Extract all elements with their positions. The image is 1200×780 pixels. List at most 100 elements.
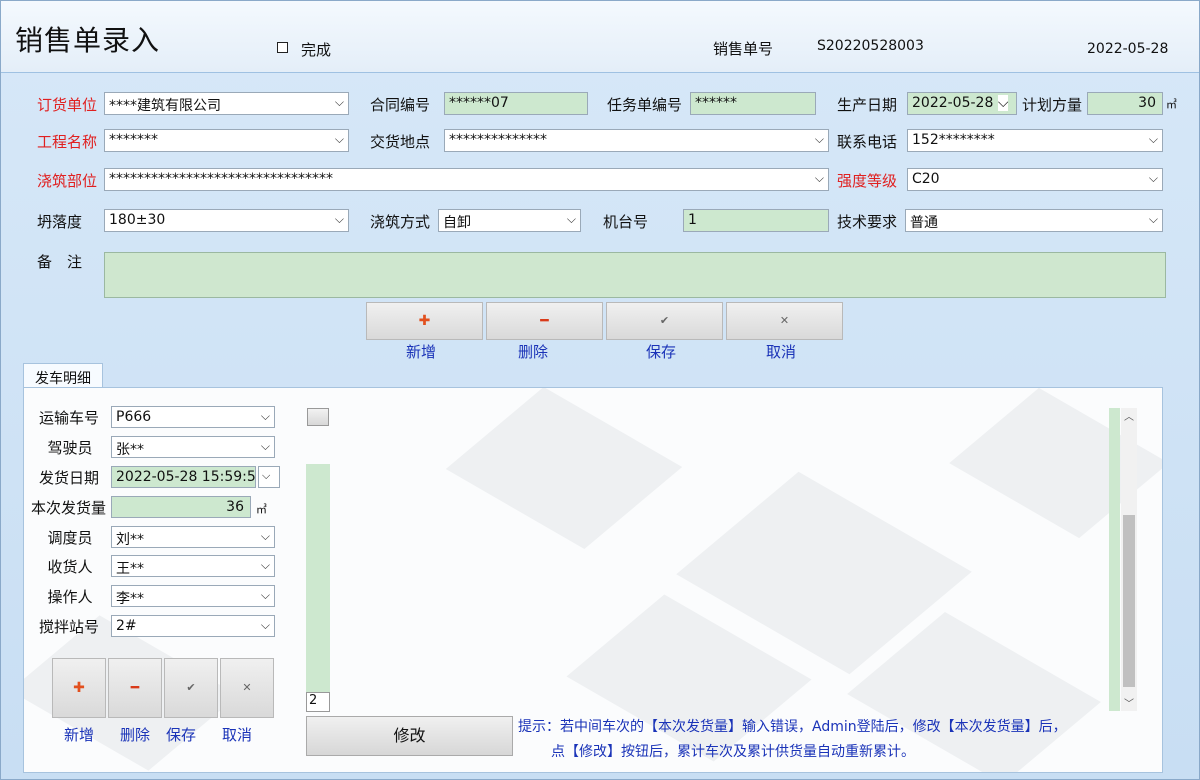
close-icon: ✕ [779, 314, 790, 327]
ship-qty-unit: ㎥ [256, 503, 267, 516]
ship-qty-field[interactable]: 36 [111, 496, 251, 518]
hint-text-line2: 点【修改】按钮后，累计车次及累计供货量自动重新累计。 [551, 744, 915, 760]
chevron-down-icon[interactable]: ⌵ [1149, 132, 1158, 147]
plan-vol-label: 计划方量 [1022, 96, 1083, 114]
chevron-down-icon[interactable]: ⌵ [1149, 171, 1158, 186]
chevron-up-icon[interactable]: ︿ [1121, 408, 1137, 424]
plus-icon: ✚ [73, 680, 85, 696]
project-label: 工程名称 [37, 133, 98, 151]
add-button[interactable]: ✚ [366, 302, 483, 340]
driver-value: 张** [116, 442, 144, 458]
page-title: 销售单录入 [15, 24, 161, 57]
tech-value: 普通 [910, 215, 938, 231]
buyer-select[interactable]: ****建筑有限公司 ⌵ [104, 92, 349, 115]
close-icon: ✕ [242, 681, 252, 694]
chevron-down-icon[interactable]: ﹀ [1121, 695, 1137, 711]
detail-add-button[interactable]: ✚ [52, 658, 106, 718]
minus-icon: ━ [130, 680, 140, 696]
done-label: 完成 [301, 41, 332, 59]
detail-save-label[interactable]: 保存 [154, 724, 208, 745]
truck-select[interactable]: P666 ⌵ [111, 406, 275, 428]
chevron-down-icon[interactable]: ⌵ [262, 469, 270, 482]
chevron-down-icon[interactable]: ⌵ [261, 588, 270, 603]
add-button-label[interactable]: 新增 [366, 341, 476, 362]
ship-date-label: 发货日期 [39, 469, 100, 487]
detail-cancel-label[interactable]: 取消 [210, 724, 264, 745]
machine-field[interactable]: 1 [683, 209, 829, 232]
dispatcher-label: 调度员 [47, 529, 93, 547]
scrollbar-thumb[interactable] [1123, 515, 1135, 687]
project-select[interactable]: ******* ⌵ [104, 129, 349, 152]
driver-select[interactable]: 张** ⌵ [111, 436, 275, 458]
ship-qty-label: 本次发货量 [31, 499, 107, 517]
prod-date-picker[interactable]: 2022-05-28 ⌵ [907, 92, 1017, 115]
pour-method-select[interactable]: 自卸 ⌵ [438, 209, 581, 232]
chevron-down-icon[interactable]: ⌵ [567, 212, 576, 227]
grid-strip [1109, 408, 1120, 711]
pour-method-label: 浇筑方式 [370, 213, 431, 231]
order-no-label: 销售单号 [713, 40, 774, 58]
sales-order-window: 销售单录入 完成 销售单号 S20220528003 2022-05-28 订货… [0, 0, 1200, 780]
contract-field[interactable]: ******07 [444, 92, 588, 115]
modify-button[interactable]: 修改 [306, 716, 513, 756]
chevron-down-icon[interactable]: ⌵ [335, 132, 344, 147]
cancel-button[interactable]: ✕ [726, 302, 843, 340]
buyer-value: ****建筑有限公司 [109, 98, 221, 114]
chevron-down-icon[interactable]: ⌵ [335, 212, 344, 227]
tab-dispatch-detail[interactable]: 发车明细 [23, 363, 103, 389]
prod-date-label: 生产日期 [837, 96, 898, 114]
pour-method-value: 自卸 [443, 215, 471, 231]
minus-icon: ━ [540, 313, 549, 329]
chevron-down-icon[interactable]: ⌵ [261, 558, 270, 573]
station-select[interactable]: 2# ⌵ [111, 615, 275, 637]
ship-date-field[interactable]: 2022-05-28 15:59:5 [111, 466, 256, 488]
delivery-value: ************** [449, 132, 547, 148]
ship-date-picker[interactable]: ⌵ [258, 466, 280, 488]
chevron-down-icon[interactable]: ⌵ [815, 132, 824, 147]
task-label: 任务单编号 [607, 96, 683, 114]
chevron-down-icon[interactable]: ⌵ [335, 95, 344, 110]
phone-select[interactable]: 152******** ⌵ [907, 129, 1163, 152]
detail-save-button[interactable]: ✔ [164, 658, 218, 718]
detail-delete-button[interactable]: ━ [108, 658, 162, 718]
remark-label: 备 注 [37, 253, 83, 271]
remark-textarea[interactable] [104, 252, 1166, 298]
pour-part-select[interactable]: ******************************** ⌵ [104, 168, 829, 191]
machine-label: 机台号 [603, 213, 649, 231]
select-all-toggle[interactable] [307, 408, 329, 426]
background-decoration [445, 388, 683, 550]
slump-label: 坍落度 [37, 213, 83, 231]
chevron-down-icon[interactable]: ⌵ [261, 529, 270, 544]
project-value: ******* [109, 132, 158, 148]
slump-select[interactable]: 180±30 ⌵ [104, 209, 349, 232]
detail-cancel-button[interactable]: ✕ [220, 658, 274, 718]
chevron-down-icon[interactable]: ⌵ [997, 95, 1009, 111]
operator-select[interactable]: 李** ⌵ [111, 585, 275, 607]
receiver-select[interactable]: 王** ⌵ [111, 555, 275, 577]
save-button[interactable]: ✔ [606, 302, 723, 340]
dispatcher-select[interactable]: 刘** ⌵ [111, 526, 275, 548]
order-no-value: S20220528003 [817, 38, 924, 54]
pour-part-value: ******************************** [109, 171, 333, 187]
delete-button[interactable]: ━ [486, 302, 603, 340]
station-value: 2# [116, 618, 137, 634]
dispatcher-value: 刘** [116, 532, 144, 548]
strength-select[interactable]: C20 ⌵ [907, 168, 1163, 191]
detail-add-label[interactable]: 新增 [52, 724, 106, 745]
delivery-select[interactable]: ************** ⌵ [444, 129, 829, 152]
chevron-down-icon[interactable]: ⌵ [261, 439, 270, 454]
plan-vol-field[interactable]: 30 [1087, 92, 1163, 115]
vertical-scrollbar[interactable]: ︿ ﹀ [1121, 408, 1137, 711]
chevron-down-icon[interactable]: ⌵ [261, 409, 270, 424]
delete-button-label[interactable]: 删除 [478, 341, 588, 362]
chevron-down-icon[interactable]: ⌵ [261, 618, 270, 633]
save-button-label[interactable]: 保存 [606, 341, 716, 362]
cancel-button-label[interactable]: 取消 [726, 341, 836, 362]
operator-value: 李** [116, 591, 144, 607]
chevron-down-icon[interactable]: ⌵ [815, 171, 824, 186]
chevron-down-icon[interactable]: ⌵ [1149, 212, 1158, 227]
done-checkbox[interactable] [277, 42, 288, 53]
tech-select[interactable]: 普通 ⌵ [905, 209, 1163, 232]
truck-label: 运输车号 [39, 409, 100, 427]
task-field[interactable]: ****** [690, 92, 816, 115]
